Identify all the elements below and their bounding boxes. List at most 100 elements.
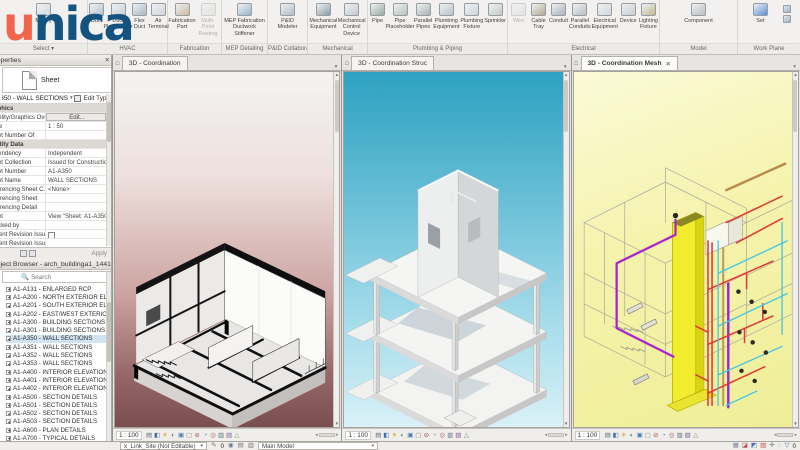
property-row[interactable]: Current Revision Issu... xyxy=(0,239,111,247)
ribbon-button[interactable]: Sprinkler xyxy=(484,2,506,24)
type-selector[interactable]: Sheet ▾ xyxy=(2,67,111,93)
ribbon-button[interactable]: Lighting Fixture xyxy=(639,2,658,31)
expand-plus-icon[interactable] xyxy=(6,386,11,392)
ribbon-button[interactable]: Conduit xyxy=(549,2,568,24)
scale-button[interactable]: 1 : 100 xyxy=(345,430,371,440)
sheet-list-item[interactable]: A1-A202 - EAST/WEST EXTERIOR ELEVAT xyxy=(6,310,111,318)
expand-plus-icon[interactable] xyxy=(6,435,11,441)
show-crop-region-icon[interactable]: ▢ xyxy=(414,431,422,440)
scale-button[interactable]: 1 : 100 xyxy=(116,430,142,440)
show-crop-region-icon[interactable]: ▢ xyxy=(644,431,652,440)
show-crop-region-icon[interactable]: ▢ xyxy=(185,431,193,440)
vertical-scrollbar[interactable]: ▲ ▼ xyxy=(333,72,340,427)
background-processes-icon[interactable]: ◌ xyxy=(778,442,782,450)
sheet-list-item[interactable]: A1-A351 - WALL SECTIONS xyxy=(6,343,111,351)
show-work-plane-icon[interactable] xyxy=(782,5,791,13)
scroll-right-icon[interactable]: ▸ xyxy=(336,432,339,438)
scroll-up-icon[interactable]: ▲ xyxy=(564,72,569,78)
expand-plus-icon[interactable] xyxy=(6,419,11,425)
vertical-scrollbar[interactable]: ▲ ▼ xyxy=(562,72,569,427)
ribbon-button[interactable]: Component xyxy=(684,2,713,24)
project-browser-header[interactable]: Project Browser - arch_buildinga1_144104… xyxy=(0,259,111,270)
detail-level-icon[interactable]: ▤ xyxy=(374,431,382,440)
scrollbar-track[interactable] xyxy=(548,433,565,437)
sheet-list-item[interactable]: A1-A501 - SECTION DETAILS xyxy=(6,401,111,409)
displacement-sets-icon[interactable]: △ xyxy=(692,431,700,440)
ribbon-button[interactable]: Pipe Placeholder xyxy=(386,2,415,31)
tab-list-chevron-icon[interactable]: ▾ xyxy=(335,64,340,70)
search-input[interactable] xyxy=(31,272,111,282)
sheet-list-item[interactable]: A1-A353 - WALL SECTIONS xyxy=(6,360,111,368)
detail-level-icon[interactable]: ▤ xyxy=(604,431,612,440)
ribbon-button[interactable]: Device xyxy=(619,2,638,24)
tab-list-chevron-icon[interactable]: ▾ xyxy=(793,64,798,70)
sheet-list-item[interactable]: A1-A600 - PLAN DETAILS xyxy=(6,426,111,434)
tab-3d-coordination[interactable]: 3D - Coordination xyxy=(121,56,188,70)
ribbon-button[interactable]: Parallel Pipes xyxy=(414,2,432,31)
ribbon-button[interactable]: Fabrication Part xyxy=(168,2,196,31)
temporary-hide-isolate-icon[interactable]: ◔ xyxy=(430,431,438,440)
properties-header[interactable]: Properties ✕ xyxy=(0,55,111,66)
expand-plus-icon[interactable] xyxy=(6,311,11,317)
editing-requests-icon[interactable]: ✎ xyxy=(211,442,216,450)
temporary-view-properties-icon[interactable]: ▧ xyxy=(454,431,462,440)
horizontal-scrollbar[interactable]: ◂ ▸ xyxy=(774,432,797,438)
sheet-list-item[interactable]: A1-A700 - TYPICAL DETAILS xyxy=(6,434,111,441)
horizontal-scrollbar[interactable]: ◂ ▸ xyxy=(545,432,568,438)
select-underlay-icon[interactable]: ◪ xyxy=(742,442,748,450)
scroll-down-icon[interactable]: ▼ xyxy=(334,421,339,427)
work-plane-viewer-icon[interactable] xyxy=(782,15,791,23)
select-links-icon[interactable]: ▦ xyxy=(733,442,739,450)
sheet-list-item[interactable]: A1-A350 - WALL SECTIONS xyxy=(6,334,111,344)
design-options-icon[interactable]: ▤ xyxy=(238,442,244,450)
close-icon[interactable]: ✕ xyxy=(105,56,111,64)
sheet-list-item[interactable]: A1-A352 - WALL SECTIONS xyxy=(6,351,111,359)
visual-style-icon[interactable]: ◧ xyxy=(382,431,390,440)
sheet-list-item[interactable]: A1-A201 - SOUTH EXTERIOR ELEVATION xyxy=(6,302,111,310)
expand-plus-icon[interactable] xyxy=(6,303,11,309)
tab-3d-coordination-struc[interactable]: 3D - Coordination Struc xyxy=(351,56,435,70)
visual-style-icon[interactable]: ◧ xyxy=(612,431,620,440)
sort-ascending-icon[interactable] xyxy=(20,250,27,257)
reveal-hidden-elements-icon[interactable]: ◎ xyxy=(668,431,676,440)
sort-grouped-icon[interactable] xyxy=(29,250,36,257)
property-row[interactable]: Referencing Sheet xyxy=(0,194,111,203)
property-row[interactable]: Sheet Collection Issued for Construction xyxy=(0,158,111,167)
ribbon-button[interactable]: Mechanical Equipment xyxy=(309,2,337,31)
close-tab-icon[interactable]: ✕ xyxy=(666,60,671,68)
temporary-view-properties-icon[interactable]: ▧ xyxy=(684,431,692,440)
scrollbar-track[interactable] xyxy=(318,433,335,437)
scrollbar-thumb[interactable] xyxy=(107,102,111,142)
property-row[interactable]: Sheet Number Of xyxy=(0,131,111,140)
scroll-left-icon[interactable]: ◂ xyxy=(774,432,777,438)
sheet-list-item[interactable]: A1-A301 - BUILDING SECTIONS xyxy=(6,326,111,334)
scrollbar-thumb[interactable] xyxy=(334,80,339,132)
property-row[interactable]: Identity Data xyxy=(0,140,111,149)
displacement-sets-icon[interactable]: △ xyxy=(462,431,470,440)
ribbon-button[interactable]: MEP Fabrication Ductwork Stiffener xyxy=(223,2,266,37)
vertical-scrollbar[interactable]: ▲ ▼ xyxy=(791,72,798,427)
scroll-up-icon[interactable]: ▲ xyxy=(793,72,798,78)
property-row[interactable]: Current Revision Issu... xyxy=(0,230,111,239)
sun-path-icon[interactable]: ☀ xyxy=(620,431,628,440)
sheet-list-item[interactable]: A1-A300 - BUILDING SECTIONS xyxy=(6,318,111,326)
chevron-down-icon[interactable]: ▾ xyxy=(70,95,73,101)
ribbon-button[interactable]: Wire xyxy=(509,2,528,24)
shadows-icon[interactable]: ◐ xyxy=(169,431,177,440)
property-row[interactable]: Sheet View "Sheet: A1-A350..." xyxy=(0,212,111,221)
ribbon-button[interactable]: Cable Tray xyxy=(529,2,548,31)
selected-element-label[interactable]: A1-A350 - WALL SECTIONS xyxy=(2,95,68,102)
properties-scrollbar[interactable] xyxy=(106,94,111,246)
property-row[interactable]: Visibility/Graphics Overrides Edit... xyxy=(0,113,111,122)
tab-3d-coordination-mesh[interactable]: 3D - Coordination Mesh ✕ xyxy=(580,56,678,70)
expand-plus-icon[interactable] xyxy=(6,286,11,292)
scroll-right-icon[interactable]: ▸ xyxy=(565,432,568,438)
expand-plus-icon[interactable] xyxy=(6,377,11,383)
scrollbar-track[interactable] xyxy=(777,433,794,437)
ribbon-button[interactable]: Plumbing Fixture xyxy=(460,2,483,31)
ribbon-button[interactable]: Flex Duct xyxy=(132,2,147,31)
property-row[interactable]: Dependency Independent xyxy=(0,149,111,158)
sheet-list-item[interactable]: A1-A400 - INTERIOR ELEVATIONS xyxy=(6,368,111,376)
filter-icon[interactable]: ▽ xyxy=(785,442,790,450)
worksharing-display-icon[interactable]: ▥ xyxy=(676,431,684,440)
